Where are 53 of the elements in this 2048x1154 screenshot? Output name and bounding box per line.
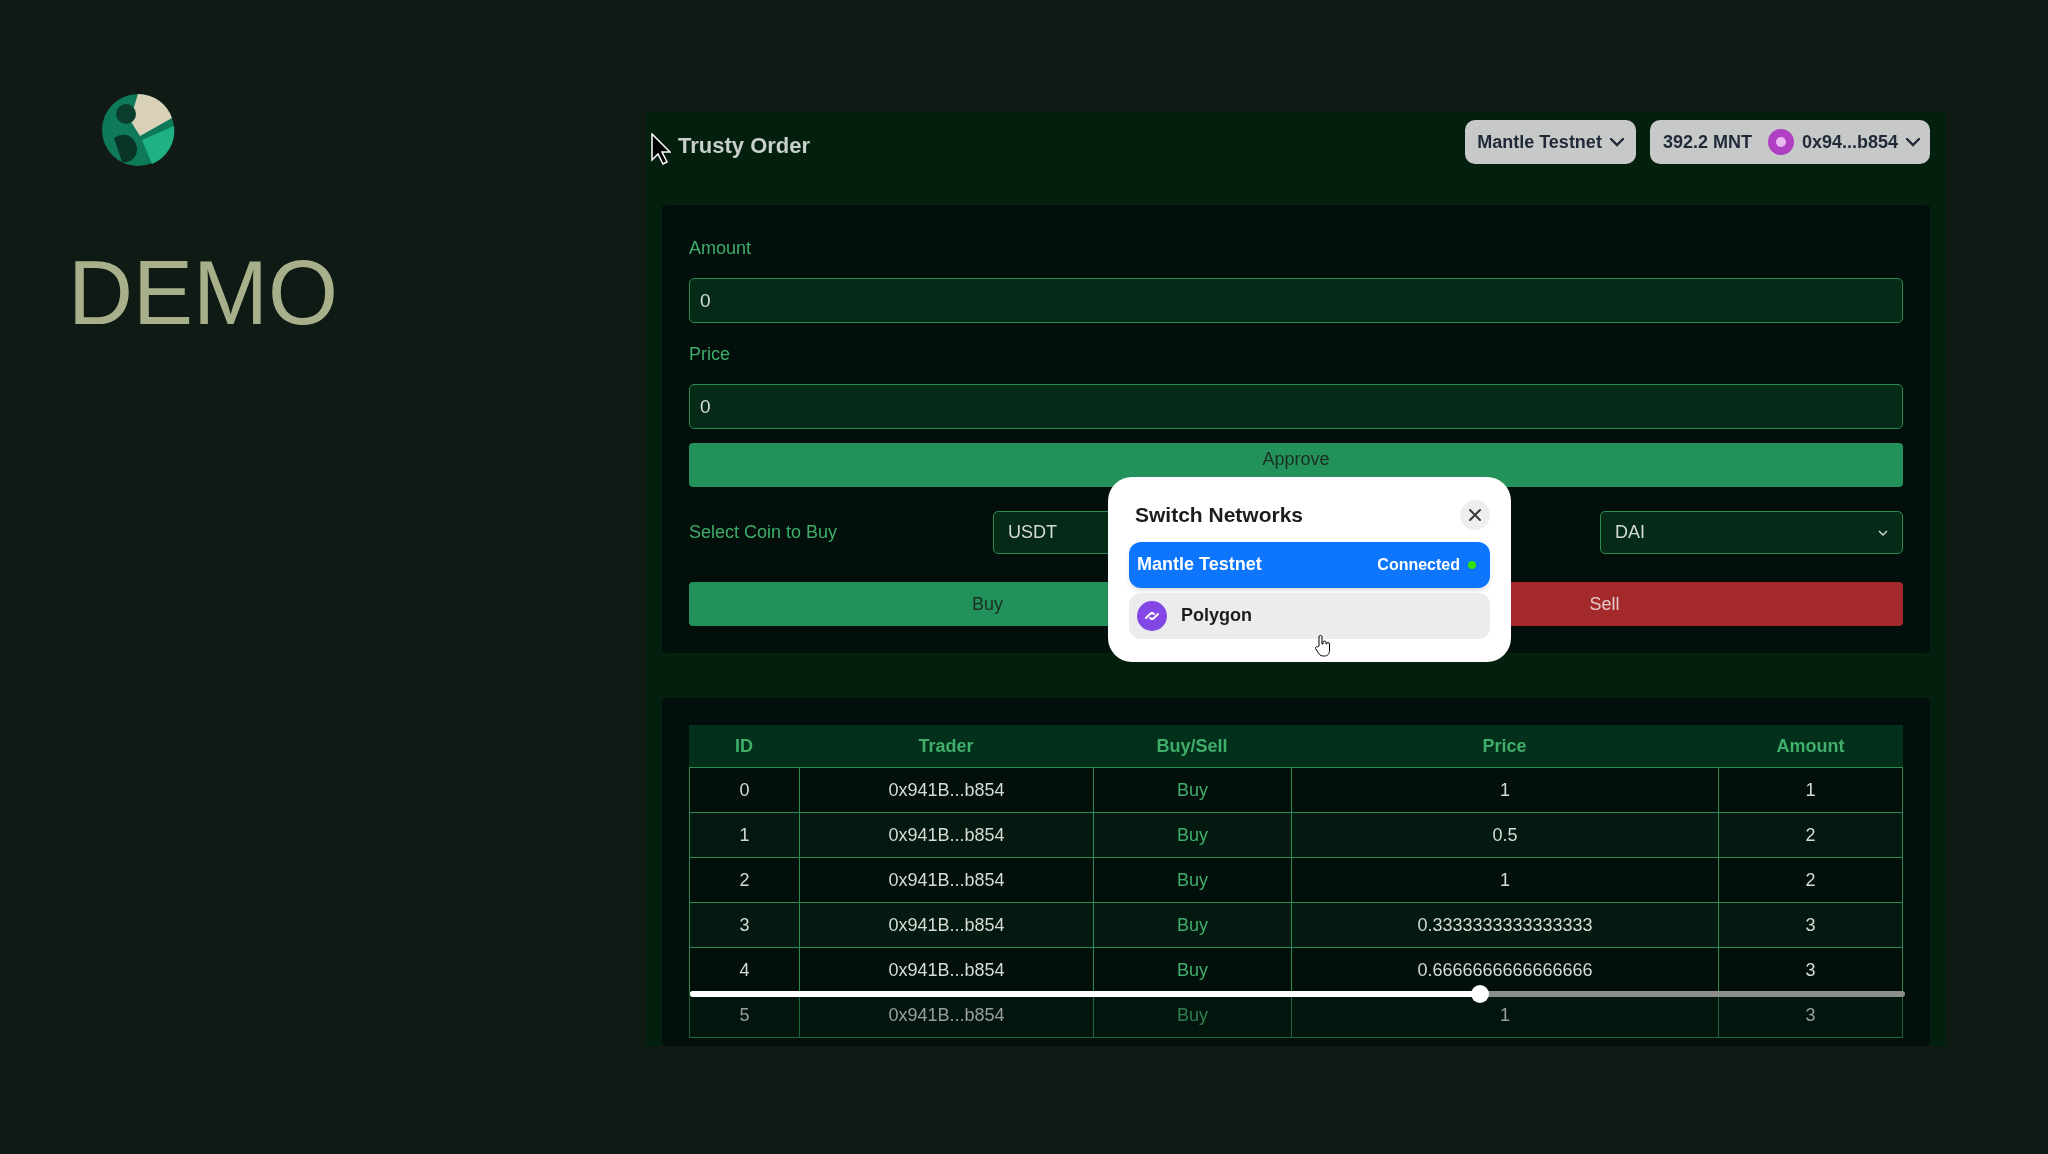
amount-label: Amount	[689, 237, 752, 260]
network-option[interactable]: Mantle Testnet Connected	[1129, 541, 1490, 588]
chevron-down-icon	[1878, 529, 1888, 536]
table-cell-text: 3	[1804, 958, 1817, 982]
buy-coin-label: Select Coin to Buy	[689, 521, 839, 544]
table-cell: 0.3333333333333333	[1292, 903, 1719, 947]
table-cell: 0	[690, 768, 800, 812]
demo-heading: DEMO	[68, 248, 338, 338]
connected-status: Connected	[1377, 554, 1460, 575]
table-cell: 1	[690, 813, 800, 857]
table-cell-text: 2	[1804, 823, 1817, 847]
price-label: Price	[689, 343, 730, 366]
balance-text: 392.2 MNT	[1662, 130, 1752, 154]
table-cell: 0x941B...b854	[800, 903, 1094, 947]
video-scrubber-track[interactable]	[690, 985, 1905, 1003]
table-cell: 0x941B...b854	[800, 813, 1094, 857]
network-option[interactable]: Polygon	[1129, 592, 1490, 639]
modal-title: Switch Networks	[1134, 502, 1304, 528]
table-cell: 0x941B...b854	[800, 768, 1094, 812]
table-cell: Buy	[1094, 813, 1292, 857]
account-button[interactable]: 392.2 MNT 0x94...b854	[1649, 120, 1930, 164]
table-cell: 1	[1292, 768, 1719, 812]
column-header: Price	[1482, 734, 1527, 758]
table-cell-text: 2	[1804, 868, 1817, 892]
sell-coin-select[interactable]: DAI	[1600, 511, 1903, 554]
chevron-down-icon	[1906, 137, 1920, 147]
table-cell: Buy	[1094, 768, 1292, 812]
link-icon	[1137, 600, 1167, 631]
price-input[interactable]: 0	[689, 384, 1903, 429]
avatar-icon	[1767, 129, 1794, 155]
table-cell: 0x941B...b854	[800, 858, 1094, 902]
chevron-down-icon	[1609, 137, 1624, 147]
table-cell-text: 1	[1804, 778, 1817, 802]
pointer-cursor-icon	[651, 133, 671, 165]
table-cell: Buy	[1094, 903, 1292, 947]
table-cell: 2	[690, 858, 800, 902]
table-cell-text: 3	[1804, 913, 1817, 937]
approve-button[interactable]: Approve	[689, 443, 1903, 487]
close-icon	[1469, 508, 1481, 521]
table-cell: 1	[1292, 858, 1719, 902]
network-button[interactable]: Mantle Testnet	[1465, 120, 1636, 164]
hand-cursor-icon	[1314, 635, 1332, 657]
column-header: Amount	[1776, 734, 1845, 758]
table-cell: Buy	[1094, 858, 1292, 902]
close-button[interactable]	[1460, 499, 1490, 530]
column-header: Trader	[918, 734, 974, 758]
table-cell: 0.5	[1292, 813, 1719, 857]
column-header: ID	[735, 734, 753, 758]
column-header: Buy/Sell	[1156, 734, 1228, 758]
amount-input[interactable]: 0	[689, 278, 1903, 323]
table-cell-text: 3	[1804, 1003, 1817, 1027]
table-cell: 3	[690, 903, 800, 947]
app-title: Trusty Order	[677, 132, 811, 160]
